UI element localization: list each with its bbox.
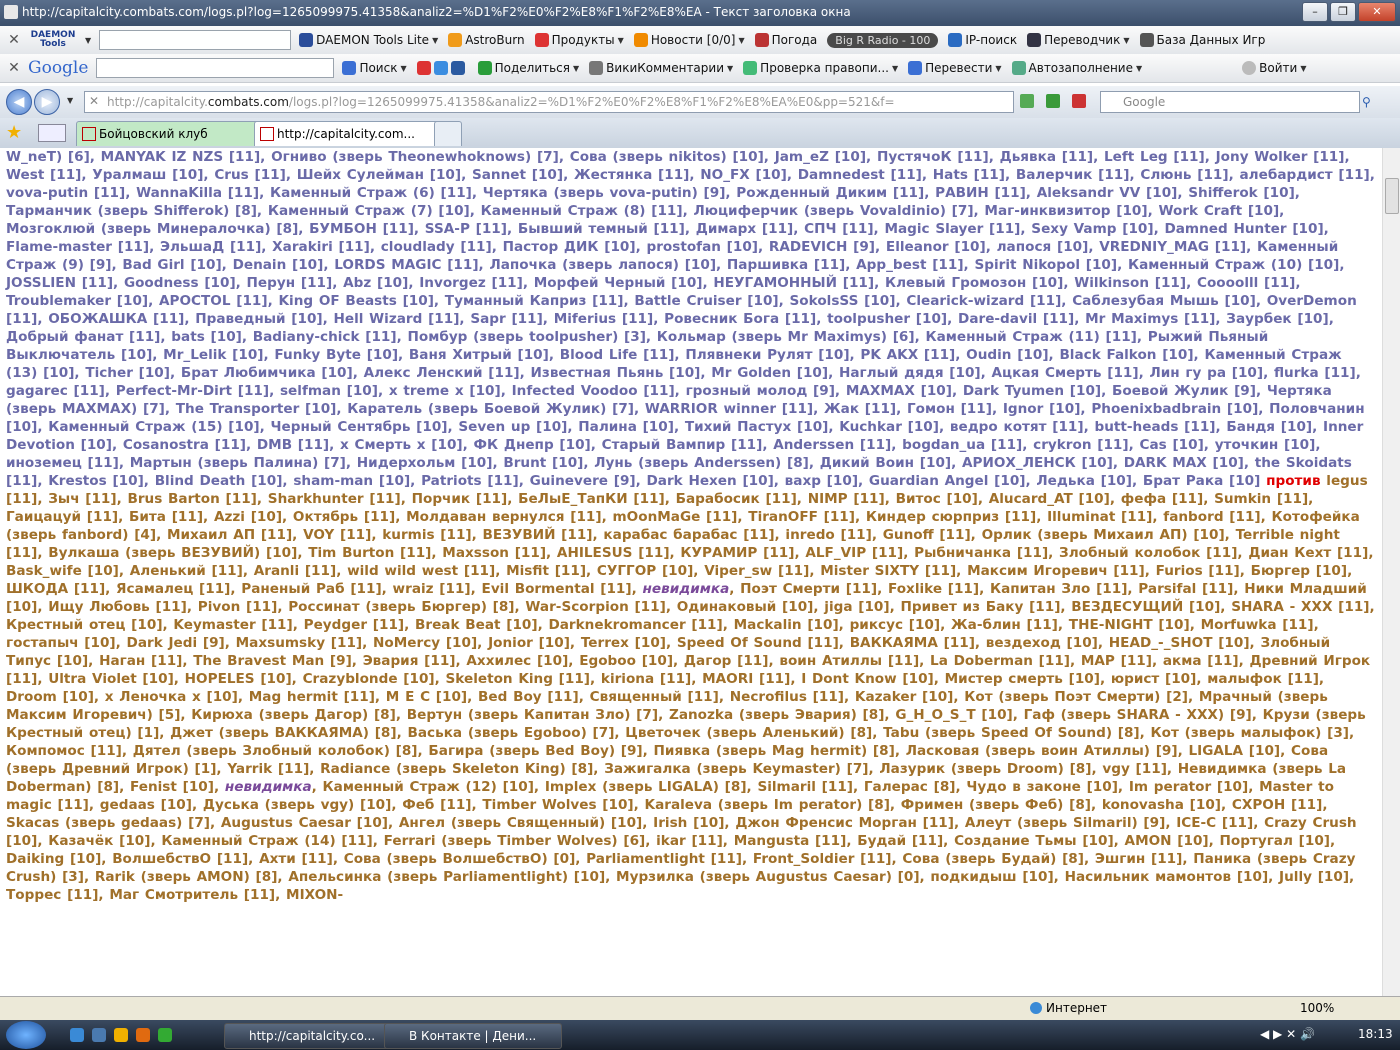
window-controls: – ❐ ✕	[1302, 2, 1396, 22]
refresh-icon[interactable]	[1046, 94, 1060, 108]
disc-icon	[299, 33, 314, 47]
invisible-fighter-2: невидимка	[224, 779, 312, 795]
invisible-fighter-1: невидимка	[642, 581, 730, 597]
window-title: http://capitalcity.combats.com/logs.pl?l…	[22, 5, 851, 19]
chevron-down-icon[interactable]: ▼	[85, 36, 91, 45]
url-input[interactable]: ✕ http://capitalcity.combats.com/logs.pl…	[84, 91, 1014, 113]
tab-bar: ★ Бойцовский клуб http://capitalcity.com…	[0, 118, 1400, 149]
system-tray: ◀ ▶ ✕ 🔊	[1260, 1027, 1315, 1041]
translate-icon	[1027, 33, 1042, 47]
zoom-level[interactable]: 100%	[1300, 1001, 1334, 1015]
toolbar2-item-search[interactable]: Поиск ▼	[342, 61, 407, 75]
window-titlebar: http://capitalcity.combats.com/logs.pl?l…	[0, 0, 1400, 26]
clock: 18:13	[1358, 1027, 1393, 1041]
database-icon	[1139, 33, 1154, 47]
search-icon[interactable]: ⚲	[1362, 95, 1371, 109]
taskbar-item-browser[interactable]: http://capitalcity.co...	[224, 1023, 400, 1049]
gmail-icon[interactable]	[416, 61, 468, 75]
taskbar: http://capitalcity.co... В Контакте | Де…	[0, 1020, 1400, 1050]
team1-list[interactable]: W_neT) [6], MANYAK IZ NZS [11], Огниво (…	[6, 149, 1375, 489]
stop-icon[interactable]	[1072, 94, 1086, 108]
close-window-button[interactable]: ✕	[1358, 2, 1396, 22]
radio-icon	[1242, 61, 1257, 75]
status-bar: Интернет 100%	[0, 996, 1400, 1021]
toolbar1-item-news[interactable]: Новости [0/0] ▼	[633, 33, 745, 47]
globe-icon	[450, 61, 465, 75]
search-engine-input[interactable]: Google	[1100, 91, 1360, 113]
desktop-icon[interactable]	[92, 1028, 106, 1042]
spellcheck-icon	[743, 61, 758, 75]
toolbar1-item-products[interactable]: Продукты ▼	[534, 33, 624, 47]
page-content: W_neT) [6], MANYAK IZ NZS [11], Огниво (…	[0, 148, 1382, 996]
toolbar1-item-daemon[interactable]: DAEMON Tools Lite ▼	[299, 33, 438, 47]
security-zone: Интернет	[1030, 1001, 1107, 1015]
back-button[interactable]: ◀	[6, 89, 32, 115]
daemon-logo: DAEMON Tools	[30, 30, 76, 49]
start-button[interactable]	[6, 1021, 46, 1049]
tab-favicon	[82, 127, 96, 141]
autofill-icon	[1011, 61, 1026, 75]
scrollbar-thumb[interactable]	[1385, 178, 1399, 214]
battle-log: W_neT) [6], MANYAK IZ NZS [11], Огниво (…	[0, 148, 1382, 904]
icq-icon[interactable]	[158, 1028, 172, 1042]
close-toolbar-icon[interactable]: ✕	[0, 32, 28, 48]
daemon-search-input[interactable]	[99, 30, 292, 50]
address-bar: ◀ ▶ ▼ ✕ http://capitalcity.combats.com/l…	[0, 86, 1400, 118]
tab-log-page[interactable]: http://capitalcity.com...✕	[254, 121, 456, 146]
tab-fight-club[interactable]: Бойцовский клуб	[76, 121, 272, 146]
toolbar1-item-ip[interactable]: IP-поиск	[948, 33, 1017, 47]
google-logo: Google	[28, 58, 89, 78]
close-toolbar-icon[interactable]: ✕	[0, 60, 28, 76]
comment-icon	[589, 61, 604, 75]
browser-icon	[4, 5, 18, 19]
toolbar2-item-spellcheck[interactable]: Проверка правопи... ▼	[743, 61, 898, 75]
vertical-scrollbar[interactable]	[1382, 148, 1400, 996]
team2-list[interactable]: legus [11], Зыч [11], Brus Barton [11], …	[6, 473, 1373, 597]
burn-icon	[448, 33, 463, 47]
favorites-star-icon[interactable]: ★	[6, 122, 22, 143]
url-text: http://capitalcity.combats.com/logs.pl?l…	[107, 95, 895, 109]
taskbar-item-vkontakte[interactable]: В Контакте | Дени...	[384, 1023, 562, 1049]
page-icon: ✕	[89, 94, 100, 108]
toolbar1-item-radio[interactable]: Big R Radio - 100	[827, 32, 939, 48]
weather-icon	[754, 33, 769, 47]
toolbar1-item-gamedb[interactable]: База Данных Игр	[1139, 33, 1265, 47]
new-tab-button[interactable]	[434, 121, 462, 146]
rss-icon	[633, 33, 648, 47]
share-icon	[477, 61, 492, 75]
team2-list-b[interactable]: , Поэт Смерти [11], Foxlike [11], Капита…	[6, 581, 1375, 795]
toolbar2-item-signin[interactable]: Войти ▼	[1242, 61, 1306, 75]
toolbar1-item-astroburn[interactable]: AstroBurn	[448, 33, 525, 47]
versus-label: против	[1266, 473, 1321, 489]
daemon-toolbar: ✕ DAEMON Tools ▼ DAEMON Tools Lite ▼ Astr…	[0, 26, 1400, 55]
translate-icon	[908, 61, 923, 75]
search-icon	[342, 61, 357, 75]
firefox-icon[interactable]	[136, 1028, 150, 1042]
toolbar2-item-autofill[interactable]: Автозаполнение ▼	[1011, 61, 1142, 75]
toolbar2-item-wiki[interactable]: ВикиКомментарии ▼	[589, 61, 733, 75]
toolbar1-item-weather[interactable]: Погода	[754, 33, 817, 47]
ie-icon[interactable]	[70, 1028, 84, 1042]
products-icon	[534, 33, 549, 47]
google-search-input[interactable]	[96, 58, 335, 78]
winamp-icon[interactable]	[114, 1028, 128, 1042]
team2-list-c[interactable]: , Каменный Страж (12) [10], Implex (звер…	[6, 779, 1357, 903]
tab-favicon	[260, 127, 274, 141]
toolbar2-item-share[interactable]: Поделиться ▼	[477, 61, 579, 75]
quick-launch	[70, 1028, 172, 1042]
plus-icon	[433, 61, 448, 75]
maximize-button[interactable]: ❐	[1330, 2, 1356, 22]
forward-button[interactable]: ▶	[34, 89, 60, 115]
history-dropdown-icon[interactable]: ▼	[67, 96, 73, 105]
google-toolbar: ✕ Google Поиск ▼ Поделиться ▼ ВикиКоммента…	[0, 54, 1400, 83]
ip-icon	[948, 33, 963, 47]
minimize-button[interactable]: –	[1302, 2, 1328, 22]
toolbar1-item-translator[interactable]: Переводчик ▼	[1027, 33, 1130, 47]
globe-icon	[1030, 1002, 1042, 1014]
quick-tabs-icon[interactable]	[38, 124, 66, 142]
toolbar2-item-translate[interactable]: Перевести ▼	[908, 61, 1002, 75]
compatibility-icon[interactable]	[1020, 94, 1034, 108]
